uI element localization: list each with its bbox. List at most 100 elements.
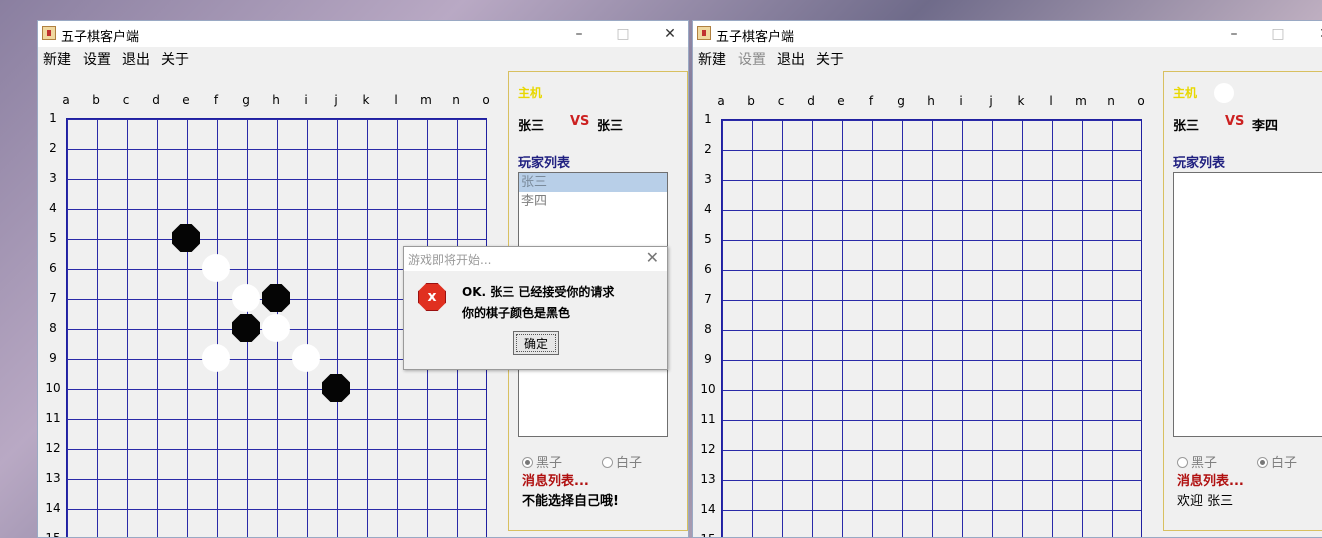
window-title: 五子棋客户端: [61, 30, 140, 45]
column-label: n: [1107, 94, 1115, 108]
column-label: f: [213, 93, 219, 107]
menu-bar: 新建 设置 退出 关于: [693, 47, 1322, 69]
side-panel: 主机 张三 VS 李四 玩家列表 黑子 白子 消息列表... 欢迎 张三: [1163, 71, 1322, 531]
player2-name: 张三: [597, 119, 624, 134]
player-list[interactable]: [1173, 172, 1322, 437]
column-label: g: [897, 94, 905, 108]
row-label: 14: [45, 501, 61, 515]
gomoku-board[interactable]: abcdefghijklmno123456789101112131415: [693, 71, 1159, 537]
player-list-title: 玩家列表: [1173, 156, 1226, 171]
maximize-button[interactable]: □: [608, 23, 638, 45]
ok-button[interactable]: 确定: [513, 331, 559, 355]
row-label: 10: [700, 382, 716, 396]
dialog-title: 游戏即将开始...: [408, 253, 492, 267]
column-label: m: [1075, 94, 1087, 108]
row-label: 15: [45, 531, 61, 538]
right-client-window: 五子棋客户端 – □ ✕ 新建 设置 退出 关于 a b c d e f g h i j k l m n o…: [692, 20, 1322, 538]
row-label: 11: [700, 412, 716, 426]
row-label: 4: [704, 202, 712, 216]
row-label: 9: [49, 351, 57, 365]
radio-checked-icon: [1257, 457, 1268, 468]
menu-new[interactable]: 新建: [698, 49, 726, 69]
row-label: 11: [45, 411, 61, 425]
row-label: 8: [49, 321, 57, 335]
black-stone: [322, 374, 350, 402]
host-label: 主机: [518, 86, 543, 100]
close-button[interactable]: ✕: [655, 23, 685, 45]
player2-name: 李四: [1252, 119, 1279, 134]
column-label: g: [242, 93, 250, 107]
column-label: c: [777, 94, 785, 108]
row-label: 1: [49, 111, 57, 125]
radio-checked-icon: [522, 457, 533, 468]
dialog-title-bar[interactable]: 游戏即将开始... ✕: [404, 247, 667, 271]
column-label: n: [452, 93, 460, 107]
menu-about[interactable]: 关于: [161, 49, 189, 69]
list-item[interactable]: 李四: [519, 192, 667, 211]
row-label: 10: [45, 381, 61, 395]
white-stone-radio[interactable]: 白子: [602, 452, 642, 471]
menu-exit[interactable]: 退出: [122, 49, 150, 69]
title-bar[interactable]: 五子棋客户端 – □ ✕: [693, 21, 1322, 47]
column-label: c: [122, 93, 130, 107]
row-label: 12: [700, 442, 716, 456]
window-title: 五子棋客户端: [716, 30, 795, 45]
menu-exit[interactable]: 退出: [777, 49, 805, 69]
column-label: a: [717, 94, 725, 108]
maximize-button[interactable]: □: [1263, 23, 1293, 45]
column-label: h: [927, 94, 935, 108]
row-label: 8: [704, 322, 712, 336]
column-label: d: [807, 94, 815, 108]
column-label: l: [1049, 94, 1053, 108]
message-list-title: 消息列表...: [1177, 474, 1244, 489]
black-stone: [262, 284, 290, 312]
black-stone-radio[interactable]: 黑子: [522, 452, 562, 471]
host-label: 主机: [1173, 86, 1198, 100]
radio-icon: [602, 457, 613, 468]
player1-name: 张三: [1173, 119, 1200, 134]
dialog-message-line2: 你的棋子颜色是黑色: [462, 306, 571, 320]
row-label: 15: [699, 532, 717, 537]
column-label: j: [989, 94, 993, 108]
black-stone-radio[interactable]: 黑子: [1177, 452, 1217, 471]
java-app-icon: [42, 26, 56, 40]
row-label: 6: [704, 262, 712, 276]
menu-new[interactable]: 新建: [43, 49, 71, 69]
column-label: k: [362, 93, 370, 107]
board-grid[interactable]: [721, 119, 1142, 537]
player-list-title: 玩家列表: [518, 156, 571, 171]
white-stone-radio[interactable]: 白子: [1257, 452, 1297, 471]
column-label: f: [868, 94, 874, 108]
menu-settings[interactable]: 设置: [738, 49, 766, 69]
menu-about[interactable]: 关于: [816, 49, 844, 69]
close-button[interactable]: ✕: [1310, 23, 1322, 45]
row-label: 3: [49, 171, 57, 185]
column-label: m: [420, 93, 432, 107]
row-label: 9: [704, 352, 712, 366]
column-label: b: [747, 94, 755, 108]
column-label: a: [62, 93, 70, 107]
white-stone: [202, 254, 230, 282]
row-label: 13: [700, 472, 716, 486]
menu-bar: 新建 设置 退出 关于: [38, 47, 688, 69]
column-label: h: [272, 93, 280, 107]
java-app-icon: [697, 26, 711, 40]
title-bar[interactable]: 五子棋客户端 – □ ✕: [38, 21, 688, 47]
message-list-title: 消息列表...: [522, 474, 589, 489]
message-text: 不能选择自己哦!: [522, 494, 619, 509]
message-text: 欢迎 张三: [1177, 494, 1234, 509]
list-item[interactable]: 张三: [519, 173, 667, 192]
row-label: 3: [704, 172, 712, 186]
host-white-stone: [1214, 83, 1234, 103]
radio-icon: [1177, 457, 1188, 468]
column-label: i: [959, 94, 963, 108]
error-icon: x: [418, 283, 446, 311]
minimize-button[interactable]: –: [1219, 23, 1249, 45]
row-label: 2: [49, 141, 57, 155]
white-stone: [292, 344, 320, 372]
column-label: e: [837, 94, 845, 108]
minimize-button[interactable]: –: [564, 23, 594, 45]
close-icon[interactable]: ✕: [646, 248, 659, 267]
column-label: i: [304, 93, 308, 107]
menu-settings[interactable]: 设置: [83, 49, 111, 69]
